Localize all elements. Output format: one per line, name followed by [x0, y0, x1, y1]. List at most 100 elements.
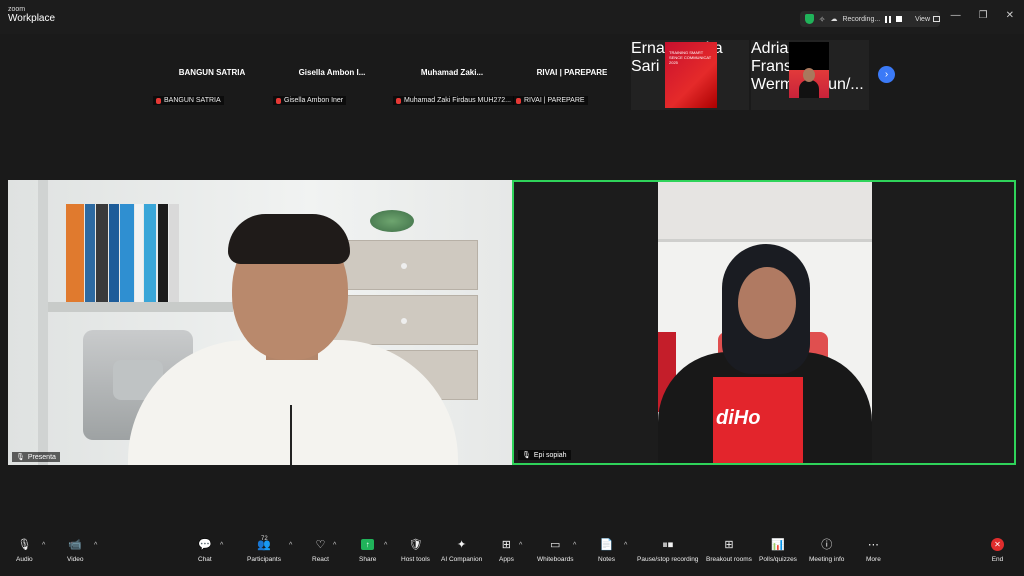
recording-status-pill[interactable]: ✧ ☁ Recording... View [800, 11, 940, 27]
chat-bubble-icon: 💬 [198, 539, 212, 551]
participant-camera-feed [789, 42, 829, 98]
chat-button[interactable]: 💬 Chat [198, 538, 212, 563]
restore-icon[interactable]: ❐ [979, 10, 988, 21]
notes-button[interactable]: 📄 Notes [598, 538, 615, 563]
notes-label: Notes [598, 556, 615, 563]
book [96, 204, 108, 302]
participant-video-tile[interactable]: Adriana Fransiska Wermasubun/... [751, 40, 869, 110]
whiteboard-icon: ▭ [550, 539, 561, 551]
book [109, 204, 119, 302]
participants-options-caret[interactable]: ^ [289, 542, 292, 549]
brand-bottom: Workplace [8, 13, 56, 24]
participant-label: Gisella Ambon Iner [284, 97, 344, 104]
participant-name-tag: Gisella Ambon Iner [273, 96, 347, 105]
apps-options-caret[interactable]: ^ [519, 542, 522, 549]
video-options-caret[interactable]: ^ [94, 542, 97, 549]
participant-display-name: BANGUN SATRIA [178, 68, 246, 77]
end-meeting-button[interactable]: ✕ End [991, 538, 1004, 563]
notes-icon: 📄 [599, 539, 614, 551]
presenter-video[interactable]: 🎙 Presenta [8, 180, 512, 465]
window-controls: — ❐ ✕ [951, 10, 1014, 21]
participants-button[interactable]: 👥 72 Participants [247, 536, 281, 563]
mic-icon: 🎙 [522, 452, 531, 459]
chat-label: Chat [198, 556, 212, 563]
heart-icon: ♡ [315, 539, 326, 551]
meeting-info-label: Meeting info [809, 556, 845, 563]
info-icon: ⓘ [821, 539, 833, 551]
pause-recording-icon[interactable] [885, 15, 892, 23]
close-icon[interactable]: ✕ [1006, 10, 1014, 21]
person-face [803, 68, 815, 82]
mic-muted-icon [276, 97, 281, 104]
view-button[interactable]: View [915, 16, 940, 23]
audio-label: Audio [16, 556, 33, 563]
video-button[interactable]: 📹 Video [67, 538, 84, 563]
mic-muted-icon [516, 97, 521, 104]
more-label: More [866, 556, 881, 563]
active-speaker-video[interactable]: diHo 🎙 Epi sopiah [512, 180, 1016, 465]
security-shield-icon [805, 14, 814, 24]
stop-recording-icon[interactable] [896, 16, 902, 22]
ai-companion-button[interactable]: ✦ AI Companion [441, 538, 482, 563]
shared-slide-thumbnail: TRAINING SMART SENCE COMMUNICAT 2025 [665, 42, 717, 108]
book [135, 204, 143, 302]
audio-button[interactable]: 🎙 Audio [16, 538, 33, 563]
participant-label: Muhamad Zaki Firdaus MUH272... [404, 97, 511, 104]
participant-tile[interactable]: BANGUN SATRIA BANGUN SATRIA [153, 40, 271, 110]
book [169, 204, 179, 302]
share-label: Share [359, 556, 377, 563]
title-bar: zoom Workplace ✧ ☁ Recording... View — ❐… [0, 0, 1024, 34]
video-name-tag: 🎙 Presenta [12, 452, 60, 462]
video-label: Video [67, 556, 84, 563]
presenter-hair [228, 214, 350, 264]
more-icon: ⋯ [867, 539, 879, 551]
polls-quizzes-button[interactable]: 📊 Polls/quizzes [759, 538, 797, 563]
participants-label: Participants [247, 556, 281, 563]
apps-label: Apps [499, 556, 514, 563]
participant-label: BANGUN SATRIA [164, 97, 221, 104]
minimize-icon[interactable]: — [951, 10, 961, 21]
participant-gallery: BANGUN SATRIA BANGUN SATRIA Gisella Ambo… [0, 40, 1024, 110]
whiteboards-button[interactable]: ▭ Whiteboards [537, 538, 574, 563]
participant-count: 72 [261, 536, 268, 542]
apps-button[interactable]: ⊞ Apps [499, 538, 514, 563]
apps-icon: ⊞ [501, 539, 512, 551]
react-options-caret[interactable]: ^ [333, 542, 336, 549]
breakout-rooms-label: Breakout rooms [706, 556, 752, 563]
meeting-toolbar: 🎙 Audio ^ 📹 Video ^ 💬 Chat ^ 👥 72 Participant… [0, 532, 1024, 576]
lapel-mic-wire [290, 405, 292, 465]
audio-options-caret[interactable]: ^ [42, 542, 45, 549]
next-page-button[interactable]: › [878, 66, 895, 83]
participant-tile[interactable]: RIVAI | PAREPARE RIVAI | PAREPARE [513, 40, 631, 110]
view-label: View [914, 15, 930, 23]
view-grid-icon [933, 16, 940, 22]
participant-tile[interactable]: Muhamad Zaki... Muhamad Zaki Firdaus MUH… [393, 40, 514, 110]
react-button[interactable]: ♡ React [312, 538, 329, 563]
mic-muted-icon [156, 97, 161, 104]
notes-options-caret[interactable]: ^ [624, 542, 627, 549]
end-call-icon: ✕ [991, 538, 1004, 551]
participant-tile[interactable]: Gisella Ambon I... Gisella Ambon Iner [273, 40, 391, 110]
participant-label: RIVAI | PAREPARE [524, 97, 585, 104]
participant-name-tag: Muhamad Zaki Firdaus MUH272... [393, 96, 514, 105]
participant-display-name: Gisella Ambon I... [298, 68, 366, 77]
drawer-knob [401, 263, 407, 269]
shirt-logo-text: diHo [716, 407, 761, 429]
whiteboards-options-caret[interactable]: ^ [573, 542, 576, 549]
app-brand: zoom Workplace [8, 6, 55, 24]
whiteboards-label: Whiteboards [537, 556, 574, 563]
more-button[interactable]: ⋯ More [866, 538, 881, 563]
share-options-caret[interactable]: ^ [384, 542, 387, 549]
pause-stop-recording-button[interactable]: ⏸⏹ Pause/stop recording [637, 538, 698, 563]
speaker-face [738, 267, 796, 339]
meeting-info-button[interactable]: ⓘ Meeting info [809, 538, 844, 563]
share-button[interactable]: ↑ Share [359, 538, 376, 563]
brand-top: zoom [8, 6, 26, 13]
host-tools-button[interactable]: 🛡 Host tools [401, 538, 430, 563]
polls-quizzes-label: Polls/quizzes [759, 556, 797, 563]
recording-label: Recording... [842, 15, 881, 23]
breakout-rooms-button[interactable]: ⊞ Breakout rooms [706, 538, 752, 563]
chat-options-caret[interactable]: ^ [220, 542, 223, 549]
participant-video-tile[interactable]: TRAINING SMART SENCE COMMUNICAT 2025 Ern… [631, 40, 749, 110]
microphone-icon: 🎙 [17, 539, 32, 551]
